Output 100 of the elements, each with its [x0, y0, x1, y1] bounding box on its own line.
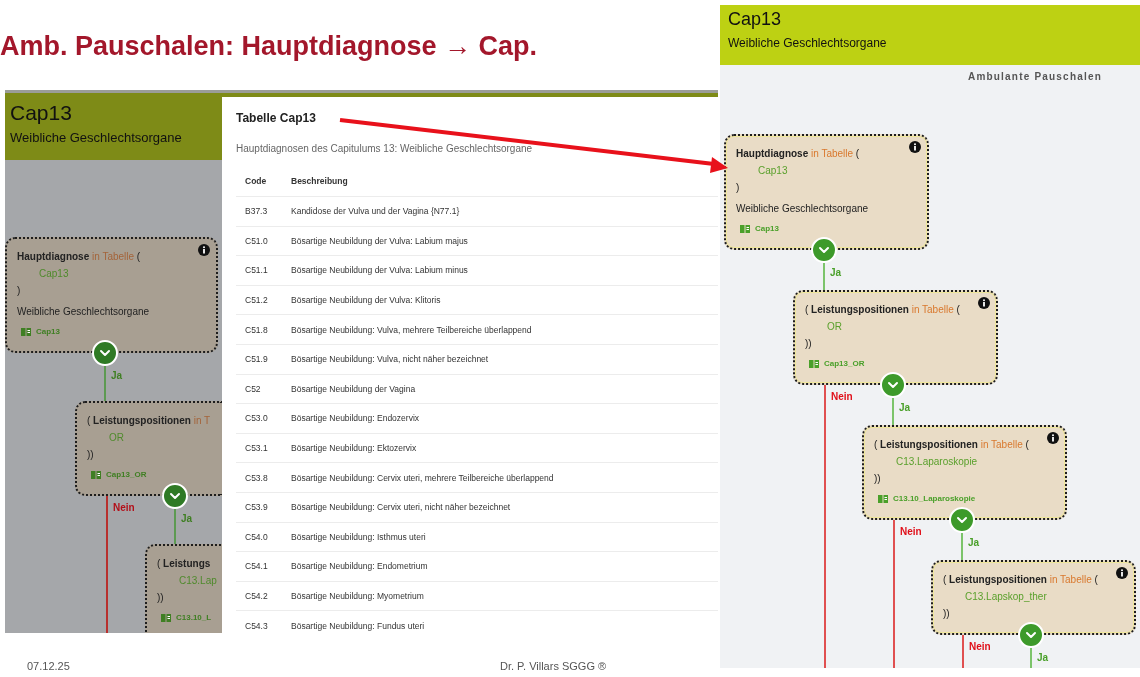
- expand-toggle[interactable]: [811, 237, 837, 263]
- code-cell-text: C51.9: [245, 354, 269, 365]
- description-cell-text: Bösartige Neubildung: Myometrium: [291, 591, 425, 601]
- code-cell-text: C51.1: [245, 265, 269, 276]
- slide-title: Amb. Pauschalen: Hauptdiagnose → Cap.: [0, 30, 538, 62]
- no-connector: [962, 635, 964, 668]
- expand-toggle[interactable]: [162, 483, 188, 509]
- table-link[interactable]: Cap13_OR: [824, 355, 865, 372]
- closing-parenthesis: ): [17, 284, 21, 298]
- code-cell-text: C53.9: [245, 502, 269, 513]
- code-cell-text: C54.3: [245, 620, 269, 631]
- description-cell-text: Kandidose der Vulva und der Vagina {N77.1}: [291, 206, 461, 217]
- book-icon: [809, 359, 819, 368]
- book-icon: [740, 224, 750, 233]
- code-cell-text: C52: [245, 383, 262, 394]
- no-label: Nein: [113, 502, 135, 513]
- condition-text: ( Leistungspositionen in Tabelle (: [805, 303, 960, 317]
- expand-toggle[interactable]: [880, 372, 906, 398]
- column-header: Beschreibung: [291, 176, 349, 186]
- table-value: Cap13: [38, 267, 70, 281]
- condition-description: Weibliche Geschlechtsorgane: [17, 305, 151, 319]
- table-value: C13.Lapskop_ther: [964, 590, 1048, 604]
- condition-text: ( Leistungspositionen in Tabelle (: [874, 438, 1029, 452]
- yes-connector: [823, 263, 825, 290]
- yes-connector: [892, 398, 894, 425]
- book-icon: [21, 327, 31, 336]
- book-icon: [878, 494, 888, 503]
- yes-connector: [104, 366, 106, 401]
- table-link[interactable]: C13.10_Laparoskopie: [893, 490, 976, 507]
- condition-text: ( Leistungspositionen in Tabelle (: [943, 573, 1098, 587]
- code-cell-text: B37.3: [245, 206, 269, 217]
- info-icon[interactable]: [978, 297, 990, 309]
- no-label: Nein: [831, 391, 853, 402]
- yes-connector: [174, 509, 176, 544]
- description-cell-text: Bösartige Neubildung der Vulva: Klitoris: [291, 295, 442, 306]
- code-cell-text: C54.0: [245, 531, 269, 542]
- description-cell-text: Bösartige Neubildung: Endozervix: [291, 413, 421, 424]
- no-label: Nein: [900, 526, 922, 537]
- info-icon[interactable]: [1047, 432, 1059, 444]
- description-cell-text: Bösartige Neubildung: Ektozervix: [291, 443, 418, 454]
- condition-text: Hauptdiagnose in Tabelle (: [17, 250, 141, 264]
- table-value: Cap13: [757, 164, 789, 178]
- page-subtitle: Weibliche Geschlechtsorgane: [728, 35, 887, 50]
- closing-parenthesis: )): [943, 607, 950, 621]
- code-cell-text: C53.8: [245, 472, 269, 483]
- yes-label: Ja: [1037, 652, 1049, 663]
- description-cell-text: Bösartige Neubildung: Cervix uteri, mehrere Teilbereiche überlappend: [291, 472, 555, 483]
- table-value: OR: [108, 431, 125, 445]
- page-subtitle: Weibliche Geschlechtsorgane: [10, 130, 182, 146]
- expand-toggle[interactable]: [92, 340, 118, 366]
- code-cell-text: C54.2: [245, 591, 269, 601]
- dialog-subtitle: Hauptdiagnosen des Capitulums 13: Weibliche Geschlechtsorgane: [236, 143, 534, 154]
- yes-connector: [1030, 648, 1032, 668]
- section-label: Ambulante Pauschalen: [967, 71, 1102, 82]
- description-cell-text: Bösartige Neubildung: Vulva, nicht näher bezeichnet: [291, 354, 490, 365]
- description-cell-text: Bösartige Neubildung: Fundus uteri: [291, 620, 426, 631]
- yes-label: Ja: [968, 537, 980, 548]
- slide-date: 07.12.25: [27, 660, 70, 672]
- table-value: C13.Laparoskopie: [895, 455, 979, 469]
- table-link[interactable]: Cap13: [36, 323, 60, 340]
- yes-label: Ja: [111, 370, 123, 381]
- closing-parenthesis: ): [736, 181, 740, 195]
- condition-text: ( Leistungspositionen in T: [87, 414, 211, 428]
- condition-text: Hauptdiagnose in Tabelle (: [736, 147, 860, 161]
- closing-parenthesis: )): [805, 337, 812, 351]
- info-icon[interactable]: [909, 141, 921, 153]
- code-cell-text: C54.1: [245, 561, 269, 572]
- yes-connector: [961, 533, 963, 560]
- slide-author: Dr. P. Villars SGGG ®: [500, 660, 607, 672]
- page-title: Cap13: [10, 101, 72, 125]
- code-cell-text: C51.0: [245, 235, 269, 246]
- yes-label: Ja: [181, 513, 193, 524]
- expand-toggle[interactable]: [949, 507, 975, 533]
- description-cell-text: Bösartige Neubildung: Cervix uteri, nicht näher bezeichnet: [291, 502, 512, 513]
- code-cell-text: C51.8: [245, 324, 269, 335]
- info-icon[interactable]: [198, 244, 210, 256]
- column-header: Code: [245, 176, 268, 186]
- description-cell-text: Bösartige Neubildung: Endometrium: [291, 561, 429, 572]
- description-cell-text: Bösartige Neubildung der Vagina: [291, 383, 417, 394]
- closing-parenthesis: )): [87, 448, 94, 462]
- condition-text: ( Leistungs: [157, 557, 211, 571]
- dialog-title: Tabelle Cap13: [236, 111, 317, 125]
- no-label: Nein: [969, 641, 991, 652]
- table-link[interactable]: C13.10_L: [176, 609, 212, 626]
- code-cell-text: C53.1: [245, 443, 269, 454]
- closing-parenthesis: )): [157, 591, 164, 605]
- description-cell-text: Bösartige Neubildung: Vulva, mehrere Teilbereiche überlappend: [291, 324, 533, 335]
- yes-label: Ja: [899, 402, 911, 413]
- book-icon: [91, 470, 101, 479]
- book-icon: [161, 613, 171, 622]
- expand-toggle[interactable]: [1018, 622, 1044, 648]
- table-link[interactable]: Cap13_OR: [106, 466, 147, 483]
- code-cell-text: C53.0: [245, 413, 269, 424]
- description-cell-text: Bösartige Neubildung: Isthmus uteri: [291, 531, 427, 542]
- closing-parenthesis: )): [874, 472, 881, 486]
- table-link[interactable]: Cap13: [755, 220, 779, 237]
- info-icon[interactable]: [1116, 567, 1128, 579]
- page-title: Cap13: [728, 10, 782, 30]
- table-value: OR: [826, 320, 843, 334]
- condition-description: Weibliche Geschlechtsorgane: [736, 202, 870, 216]
